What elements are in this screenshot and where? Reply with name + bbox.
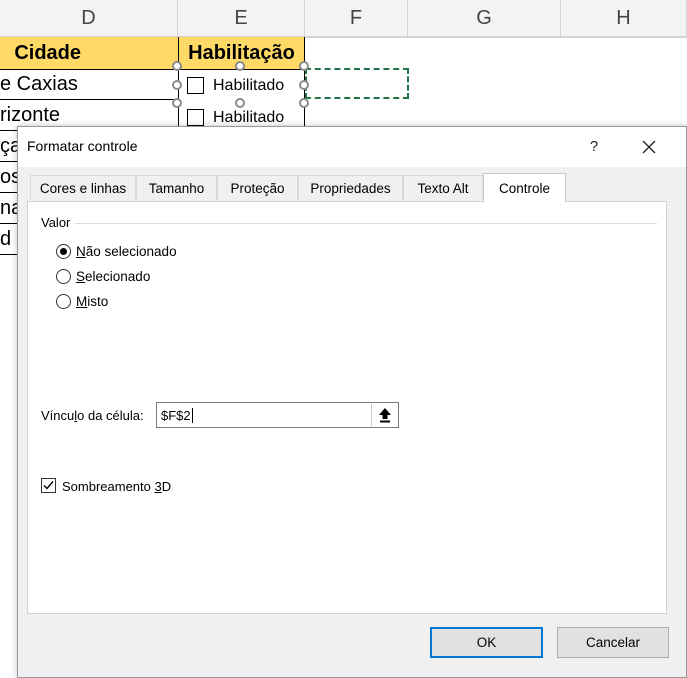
radio-button — [56, 269, 71, 284]
shading-3d-label: Sombreamento 3D — [62, 479, 172, 494]
form-checkbox-habilitado-2[interactable]: Habilitado — [176, 106, 306, 128]
cell-link-input[interactable]: $F$2 — [156, 402, 399, 428]
checkbox-square — [187, 77, 204, 94]
table-border — [0, 223, 17, 224]
radio-label: Selecionado — [76, 269, 151, 284]
checkbox-label: Habilitado — [213, 77, 285, 94]
cidade-header-cell[interactable]: Cidade — [0, 37, 178, 69]
city-cell[interactable]: e Caxias — [0, 69, 178, 100]
collapse-dialog-button[interactable] — [371, 404, 397, 426]
tab-propriedades[interactable]: Propriedades — [298, 175, 403, 200]
city-cell-text: ça — [0, 135, 17, 157]
table-border — [0, 130, 17, 131]
column-header-d[interactable]: D — [0, 0, 178, 37]
group-divider — [75, 223, 657, 224]
cancel-button[interactable]: Cancelar — [557, 627, 669, 658]
tab-cores-e-linhas[interactable]: Cores e linhas — [30, 175, 136, 200]
checkmark-icon — [43, 481, 54, 490]
radio-nao-selecionado[interactable]: Não selecionado — [56, 242, 216, 262]
radio-button — [56, 294, 71, 309]
resize-handle[interactable] — [172, 61, 182, 71]
dialog-titlebar[interactable]: Formatar controle ? — [18, 127, 686, 167]
copy-marquee — [305, 68, 409, 99]
column-header-h[interactable]: H — [561, 0, 687, 37]
ok-button[interactable]: OK — [430, 627, 543, 658]
radio-label: Misto — [76, 294, 109, 309]
tab-tamanho[interactable]: Tamanho — [136, 175, 217, 200]
table-border — [0, 254, 17, 255]
controle-panel: Valor Não selecionado Selecionado Misto … — [27, 201, 667, 614]
radio-selecionado[interactable]: Selecionado — [56, 267, 216, 287]
column-header-g[interactable]: G — [408, 0, 561, 37]
resize-handle[interactable] — [172, 80, 182, 90]
collapse-arrow-icon — [378, 408, 391, 423]
resize-handle[interactable] — [235, 61, 245, 71]
checkbox-label: Habilitado — [213, 109, 285, 126]
shading-3d-checkbox[interactable] — [41, 478, 56, 493]
column-header-f[interactable]: F — [305, 0, 408, 37]
table-border — [0, 192, 17, 193]
city-cell-text: e Caxias — [0, 73, 78, 95]
radio-button — [56, 244, 71, 259]
city-cell-text: d — [0, 228, 12, 250]
close-icon — [642, 140, 656, 154]
city-cell[interactable]: os — [0, 162, 17, 193]
city-cell[interactable]: d — [0, 224, 17, 255]
city-cell[interactable]: ça — [0, 131, 17, 162]
table-border — [0, 161, 17, 162]
grid-line — [305, 37, 687, 38]
close-button[interactable] — [637, 135, 661, 159]
tab-protecao[interactable]: Proteção — [217, 175, 298, 200]
resize-handle[interactable] — [299, 61, 309, 71]
tab-texto-alt[interactable]: Texto Alt — [403, 175, 483, 200]
tab-controle[interactable]: Controle — [483, 173, 566, 202]
city-cell-text: rizonte — [0, 104, 61, 126]
radio-label: Não selecionado — [76, 244, 177, 259]
cidade-header-text: Cidade — [14, 41, 81, 64]
format-control-dialog: Formatar controle ? Cores e linhas Taman… — [17, 126, 687, 678]
radio-dot — [60, 248, 67, 255]
city-cell-text: os — [0, 166, 17, 188]
checkbox-square — [187, 109, 204, 126]
cell-link-label: Vínculo da célula: — [41, 408, 144, 423]
text-caret — [191, 408, 193, 423]
radio-misto[interactable]: Misto — [56, 292, 216, 312]
help-button[interactable]: ? — [584, 135, 604, 157]
city-cell-text: na — [0, 197, 17, 219]
resize-handle[interactable] — [299, 80, 309, 90]
column-header-e[interactable]: E — [178, 0, 305, 37]
valor-group-label: Valor — [41, 215, 71, 230]
city-cell[interactable]: na — [0, 193, 17, 224]
dialog-title: Formatar controle — [27, 138, 138, 154]
table-border — [0, 99, 178, 100]
